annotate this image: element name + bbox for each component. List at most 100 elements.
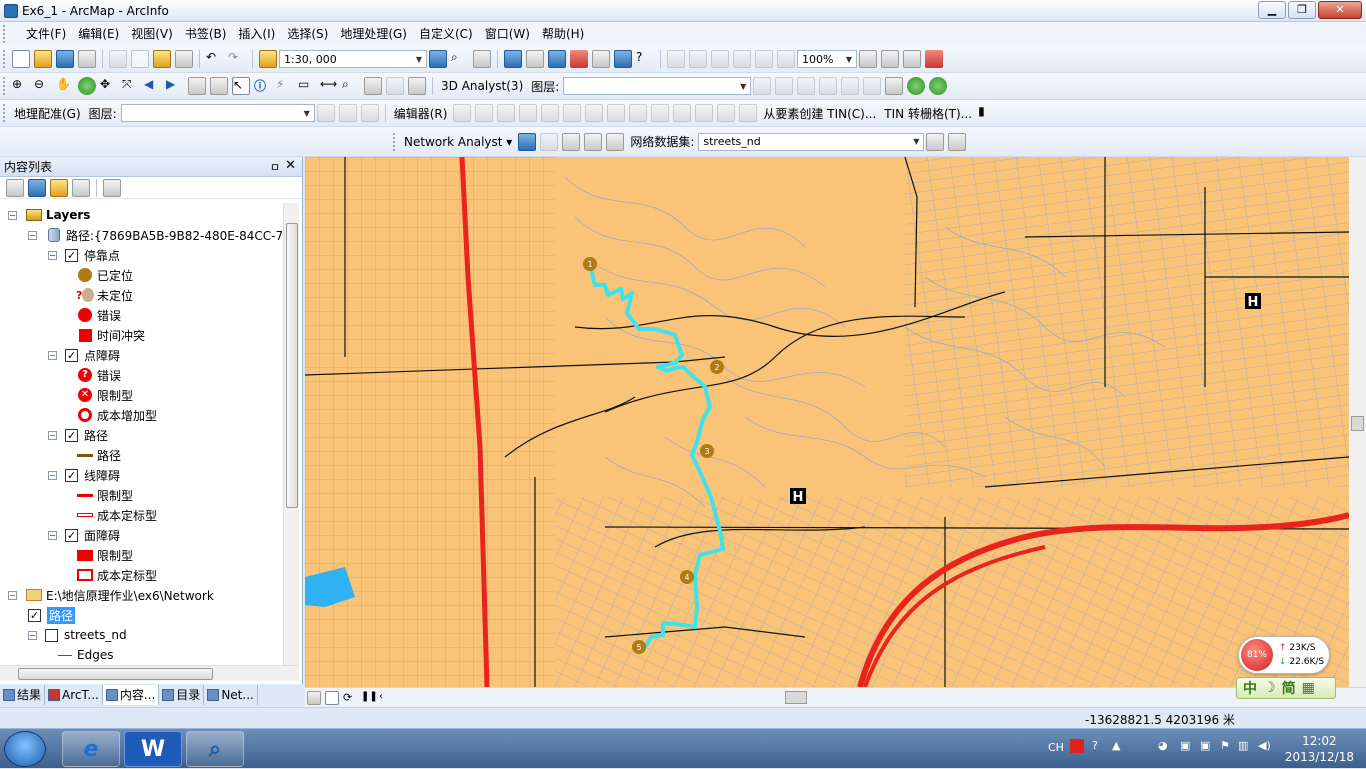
volume-icon[interactable]: ◀) xyxy=(1258,739,1271,752)
measure-icon[interactable]: ⟷ xyxy=(320,77,338,95)
arctoolbox-icon[interactable] xyxy=(570,50,588,68)
pan-icon[interactable]: ✋ xyxy=(56,77,74,95)
menubar-grip[interactable] xyxy=(3,25,17,43)
keyboard-icon[interactable]: ▦ xyxy=(1302,680,1315,696)
tab-arctoolbox[interactable]: ArcT... xyxy=(45,685,103,705)
scroll-left-icon[interactable]: ‹ xyxy=(379,691,393,705)
toc-item[interactable]: − ✓ 线障碍 xyxy=(48,465,120,485)
menu-windows[interactable]: 窗口(W) xyxy=(479,22,536,46)
create-viewer-icon[interactable] xyxy=(408,77,426,95)
network-speed-widget[interactable]: 81% ↑ 23K/S ↓ 22.6K/S xyxy=(1238,636,1330,674)
map-view[interactable]: 1 2 3 4 5 H H xyxy=(305,157,1349,687)
select-move-location-icon[interactable] xyxy=(562,132,581,151)
toc-vertical-scrollbar[interactable] xyxy=(283,203,299,665)
network-analyst-menu[interactable]: Network Analyst ▾ xyxy=(400,135,516,149)
list-by-visibility-icon[interactable] xyxy=(50,178,68,197)
toc-item[interactable]: ✕ 限制型 xyxy=(68,385,133,405)
edit-vertices-icon[interactable] xyxy=(585,104,604,122)
pointer-icon[interactable] xyxy=(504,50,522,68)
binoculars-icon[interactable]: ⌕ xyxy=(451,50,469,68)
toc-item[interactable]: 成本定标型 xyxy=(68,565,157,585)
model-builder-icon[interactable] xyxy=(614,50,632,68)
endpoint-arc-icon[interactable] xyxy=(519,104,538,122)
draw-tool-icon[interactable] xyxy=(925,50,943,68)
toc-item[interactable]: 已定位 xyxy=(68,265,133,285)
qq-icon[interactable]: ◕ xyxy=(1158,739,1168,752)
straight-segment-icon[interactable] xyxy=(497,104,516,122)
clock[interactable]: 12:02 2013/12/18 xyxy=(1285,733,1354,765)
wps-writer-taskbar-icon[interactable]: W xyxy=(124,731,182,767)
expand-collapse-icon[interactable]: − xyxy=(8,210,17,220)
georef-layer-dropdown[interactable]: ▼ xyxy=(120,104,315,122)
data-view-icon[interactable] xyxy=(307,690,321,705)
layer-visibility-checkbox[interactable]: ✓ xyxy=(65,348,78,362)
directions-icon[interactable] xyxy=(606,132,625,151)
zoom-in-icon[interactable]: ⊕ xyxy=(12,77,30,95)
refresh-icon[interactable]: ⟳ xyxy=(343,691,357,705)
close-button[interactable]: ✕ xyxy=(1318,1,1362,19)
save-icon[interactable] xyxy=(56,50,74,68)
toc-item[interactable]: 限制型 xyxy=(68,545,133,565)
help-icon[interactable]: ? xyxy=(1092,739,1098,752)
tab-catalog[interactable]: 目录 xyxy=(159,685,205,705)
toolbar-options-icon[interactable]: ▮ xyxy=(978,104,996,122)
identify-xy-icon[interactable] xyxy=(473,50,491,68)
georeferencing-menu[interactable]: 地理配准(G) xyxy=(10,105,85,122)
build-network-icon[interactable] xyxy=(926,132,945,151)
maximize-button[interactable]: ❐ xyxy=(1288,1,1316,19)
redo-icon[interactable]: ↷ xyxy=(228,50,246,68)
toolbar-grip[interactable] xyxy=(3,77,7,95)
layout-zoom-dropdown[interactable]: 100% ▼ xyxy=(797,50,857,68)
zoom-out-icon[interactable]: ⊖ xyxy=(34,77,52,95)
3d-tool-icon-2[interactable] xyxy=(775,77,794,95)
layout-tool-icon-7[interactable] xyxy=(859,50,877,68)
pause-drawing-icon[interactable]: ❚❚ xyxy=(361,691,378,705)
toc-item[interactable]: − ✓ 点障碍 xyxy=(48,345,120,365)
ime-simplified[interactable]: 简 xyxy=(1282,678,1296,698)
toc-item[interactable]: − ✓ 面障碍 xyxy=(48,525,120,545)
pin-icon[interactable]: ㅁ xyxy=(270,159,280,175)
rotate-edit-icon[interactable] xyxy=(673,104,692,122)
minimize-button[interactable]: ▁ xyxy=(1258,1,1286,19)
toc-item[interactable]: − Layers xyxy=(8,205,90,225)
create-tin-from-features[interactable]: 从要素创建 TIN(C)... xyxy=(759,105,880,122)
toolbar-grip[interactable] xyxy=(3,50,7,68)
solve-icon[interactable] xyxy=(584,132,603,151)
menu-geoprocessing[interactable]: 地理处理(G) xyxy=(334,22,413,46)
tray-icon-2[interactable]: ▣ xyxy=(1200,739,1210,752)
menu-bookmarks[interactable]: 书签(B) xyxy=(179,22,233,46)
toc-horizontal-scrollbar[interactable] xyxy=(0,665,299,681)
expand-collapse-icon[interactable]: − xyxy=(48,350,57,360)
python-icon[interactable] xyxy=(592,50,610,68)
map-scale-dropdown[interactable]: 1:30, 000 ▼ xyxy=(279,50,427,68)
select-features-icon[interactable] xyxy=(188,77,206,95)
fixed-zoom-out-icon[interactable]: ⤧ xyxy=(122,77,140,95)
arcmap-app-icon[interactable] xyxy=(4,3,18,18)
print-icon[interactable] xyxy=(78,50,96,68)
3d-tool-icon-3[interactable] xyxy=(797,77,816,95)
edit-annotation-icon[interactable] xyxy=(475,104,494,122)
start-button[interactable] xyxy=(4,731,46,767)
toc-item[interactable]: − ✓ 停靠点 xyxy=(48,245,120,265)
go-forward-icon[interactable]: ▶ xyxy=(166,77,184,95)
layer-visibility-checkbox[interactable]: ✓ xyxy=(65,528,78,542)
layout-tool-icon-2[interactable] xyxy=(689,50,707,68)
toc-item[interactable]: ✓ 路径 xyxy=(28,605,76,625)
expand-collapse-icon[interactable]: − xyxy=(28,230,37,240)
delete-icon[interactable] xyxy=(175,50,193,68)
layout-tool-icon-6[interactable] xyxy=(777,50,795,68)
close-panel-icon[interactable]: ✕ xyxy=(285,158,296,173)
tin-to-raster[interactable]: TIN 转栅格(T)... xyxy=(880,105,976,122)
open-folder-icon[interactable] xyxy=(34,50,52,68)
layout-tool-icon-3[interactable] xyxy=(711,50,729,68)
map-vertical-scrollbar[interactable] xyxy=(1349,157,1366,687)
toc-item[interactable]: 时间冲突 xyxy=(68,325,145,345)
new-document-icon[interactable] xyxy=(12,50,30,68)
language-indicator[interactable]: CH xyxy=(1048,741,1064,754)
sogou-icon[interactable] xyxy=(1070,739,1084,753)
catalog-window-icon[interactable] xyxy=(548,50,566,68)
find-icon[interactable]: ⌕ xyxy=(342,77,360,95)
3d-tool-icon-5[interactable] xyxy=(841,77,860,95)
table-window-icon[interactable] xyxy=(526,50,544,68)
arcglobe-icon[interactable] xyxy=(907,77,926,95)
